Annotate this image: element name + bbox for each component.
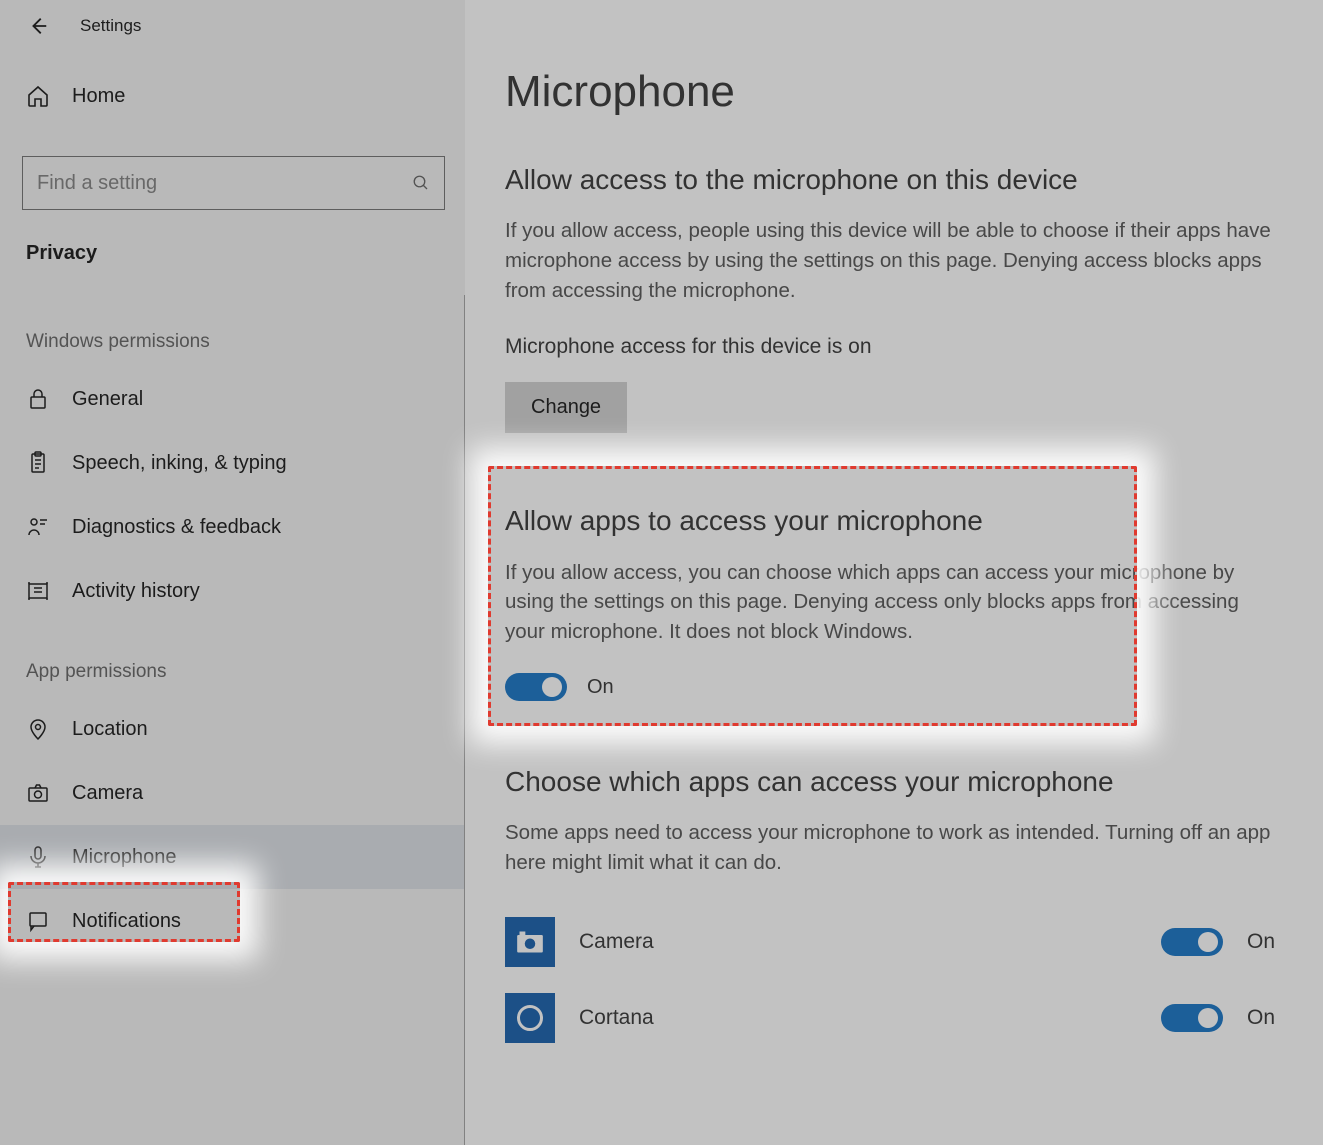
allow-apps-toggle[interactable] [505, 673, 567, 701]
device-access-status: Microphone access for this device is on [505, 332, 1283, 362]
sidebar-item-label: Speech, inking, & typing [72, 452, 287, 475]
section-heading-app-access: Allow apps to access your microphone [505, 501, 1283, 542]
sidebar-item-speech[interactable]: Speech, inking, & typing [0, 431, 465, 495]
sidebar-item-label: Camera [72, 782, 143, 805]
sidebar-item-diagnostics[interactable]: Diagnostics & feedback [0, 495, 465, 559]
lock-icon [26, 387, 50, 411]
activity-icon [26, 579, 50, 603]
location-icon [26, 717, 50, 741]
sidebar-item-camera[interactable]: Camera [0, 761, 465, 825]
sidebar-item-home[interactable]: Home [0, 64, 465, 128]
section-heading-device-access: Allow access to the microphone on this d… [505, 160, 1283, 201]
app-tile-cortana [505, 993, 555, 1043]
sidebar-item-microphone[interactable]: Microphone [0, 825, 465, 889]
sidebar-item-activity-history[interactable]: Activity history [0, 559, 465, 623]
section-description: If you allow access, people using this d… [505, 216, 1283, 305]
sidebar-item-label: Diagnostics & feedback [72, 516, 281, 539]
sidebar-group-app-permissions: App permissions [0, 623, 465, 697]
app-name: Camera [579, 927, 1137, 957]
app-row: Camera On [505, 904, 1283, 980]
sidebar-item-label: Activity history [72, 580, 200, 603]
cortana-app-icon [517, 1005, 543, 1031]
section-description: Some apps need to access your microphone… [505, 818, 1283, 877]
feedback-icon [26, 515, 50, 539]
app-toggle[interactable] [1161, 1004, 1223, 1032]
content-pane: Microphone Allow access to the microphon… [465, 0, 1323, 1145]
home-icon [26, 84, 50, 108]
settings-sidebar: Settings Home Privacy Windows permission… [0, 0, 465, 1145]
back-button[interactable] [24, 12, 52, 40]
sidebar-item-label: General [72, 388, 143, 411]
sidebar-group-windows-permissions: Windows permissions [0, 293, 465, 367]
search-input-wrap[interactable] [22, 156, 445, 210]
app-title: Settings [80, 16, 141, 36]
sidebar-item-notifications[interactable]: Notifications [0, 889, 465, 953]
app-tile-camera [505, 917, 555, 967]
change-button[interactable]: Change [505, 382, 627, 433]
sidebar-item-label: Notifications [72, 910, 181, 933]
clipboard-icon [26, 451, 50, 475]
camera-icon [26, 781, 50, 805]
section-description: If you allow access, you can choose whic… [505, 558, 1283, 647]
camera-app-icon [516, 930, 544, 954]
toggle-state-label: On [587, 673, 614, 702]
sidebar-item-location[interactable]: Location [0, 697, 465, 761]
section-heading-choose-apps: Choose which apps can access your microp… [505, 762, 1283, 803]
sidebar-item-label: Location [72, 718, 148, 741]
app-toggle-state: On [1247, 1003, 1275, 1033]
search-icon [412, 174, 430, 192]
sidebar-item-label: Home [72, 85, 125, 108]
sidebar-item-label: Microphone [72, 846, 177, 869]
sidebar-item-general[interactable]: General [0, 367, 465, 431]
search-input[interactable] [37, 172, 412, 195]
arrow-left-icon [27, 15, 49, 37]
sidebar-divider [464, 295, 465, 1145]
sidebar-section-privacy: Privacy [0, 238, 465, 293]
notifications-icon [26, 909, 50, 933]
microphone-icon [26, 845, 50, 869]
app-name: Cortana [579, 1003, 1137, 1033]
page-title: Microphone [505, 60, 1283, 124]
app-toggle[interactable] [1161, 928, 1223, 956]
app-row: Cortana On [505, 980, 1283, 1056]
app-toggle-state: On [1247, 927, 1275, 957]
